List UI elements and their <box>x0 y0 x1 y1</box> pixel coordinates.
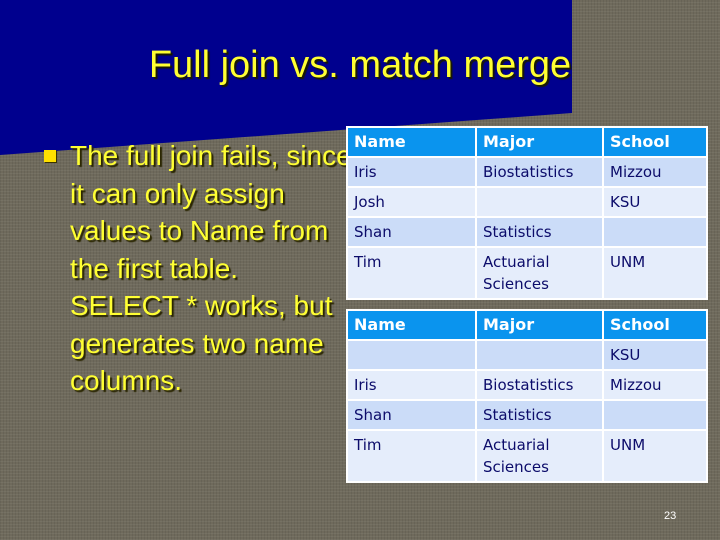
match-merge-table: Name Major School KSU Iris Biostatistics… <box>346 309 708 483</box>
header-school: School <box>602 309 708 341</box>
cell-major <box>475 339 604 371</box>
cell-school: Mizzou <box>602 156 708 188</box>
table-row: Tim Actuarial Sciences UNM <box>346 429 708 483</box>
table-row: Shan Statistics <box>346 216 708 248</box>
header-school: School <box>602 126 708 158</box>
page-number: 23 <box>664 510 677 522</box>
header-name: Name <box>346 126 477 158</box>
cell-major: Biostatistics <box>475 156 604 188</box>
table-row: Tim Actuarial Sciences UNM <box>346 246 708 300</box>
cell-major: Statistics <box>475 216 604 248</box>
table-row: Shan Statistics <box>346 399 708 431</box>
cell-name <box>346 339 477 371</box>
cell-name: Josh <box>346 186 477 218</box>
cell-name: Shan <box>346 216 477 248</box>
cell-school: UNM <box>602 246 708 300</box>
cell-major: Statistics <box>475 399 604 431</box>
cell-school: KSU <box>602 339 708 371</box>
cell-school <box>602 216 708 248</box>
header-major: Major <box>475 126 604 158</box>
cell-major: Actuarial Sciences <box>475 429 604 483</box>
slide-title: Full join vs. match merge <box>148 44 572 86</box>
cell-name: Iris <box>346 156 477 188</box>
bullet-text: The full join fails, since it can only a… <box>70 140 352 396</box>
square-bullet-icon <box>44 150 56 162</box>
table-row: Iris Biostatistics Mizzou <box>346 156 708 188</box>
cell-school: KSU <box>602 186 708 218</box>
table-row: Josh KSU <box>346 186 708 218</box>
cell-school <box>602 399 708 431</box>
header-major: Major <box>475 309 604 341</box>
cell-school: Mizzou <box>602 369 708 401</box>
cell-name: Tim <box>346 429 477 483</box>
table-header-row: Name Major School <box>346 309 708 341</box>
cell-major: Biostatistics <box>475 369 604 401</box>
table-row: KSU <box>346 339 708 371</box>
header-name: Name <box>346 309 477 341</box>
cell-school: UNM <box>602 429 708 483</box>
bullet-list: The full join fails, since it can only a… <box>44 137 354 400</box>
cell-name: Iris <box>346 369 477 401</box>
full-join-table: Name Major School Iris Biostatistics Miz… <box>346 126 708 300</box>
cell-major: Actuarial Sciences <box>475 246 604 300</box>
table-header-row: Name Major School <box>346 126 708 158</box>
cell-name: Shan <box>346 399 477 431</box>
cell-major <box>475 186 604 218</box>
table-row: Iris Biostatistics Mizzou <box>346 369 708 401</box>
cell-name: Tim <box>346 246 477 300</box>
